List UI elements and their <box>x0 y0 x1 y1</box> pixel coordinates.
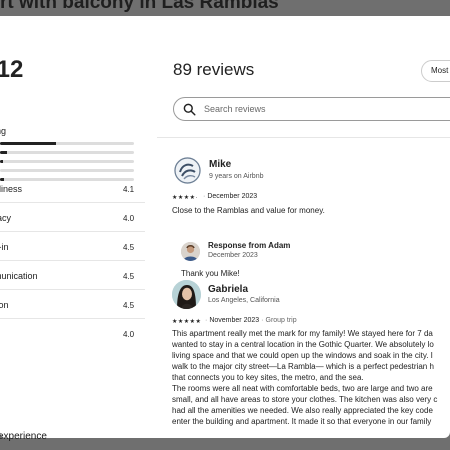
reviewer-location: Los Angeles, California <box>208 297 280 304</box>
host-photo-icon <box>181 242 200 261</box>
page-footer-text: experience <box>0 431 47 442</box>
review-text-line: The rooms were all neat with comfortable… <box>172 384 433 393</box>
search-placeholder: Search reviews <box>204 104 266 114</box>
host-avatar[interactable] <box>181 242 200 261</box>
divider <box>0 260 145 261</box>
search-reviews-field[interactable]: Search reviews <box>173 97 450 121</box>
reviews-modal: .12 ing nliness 4.1 racy 4.0 k-in 4.5 mu… <box>0 16 450 438</box>
dot-separator: · <box>203 193 206 200</box>
category-checkin-score: 4.5 <box>123 243 135 252</box>
rating-bar-fill <box>0 160 3 163</box>
review-text-line: This apartment really met the mark for m… <box>172 329 433 338</box>
reviewer-photo-icon <box>172 280 201 309</box>
review-text-line: that connects you to key sites, the metr… <box>172 373 364 382</box>
review-text-line: wanted to stay in a central location in … <box>172 340 434 349</box>
search-icon <box>183 103 196 116</box>
divider <box>157 137 450 138</box>
reviews-count-title: 89 reviews <box>173 60 255 79</box>
category-accuracy-score: 4.0 <box>123 214 135 223</box>
avatar-logo-icon <box>174 157 201 184</box>
listing-title: rt with balcony in Las Ramblas <box>0 0 279 13</box>
review-text: Close to the Ramblas and value for money… <box>172 206 325 215</box>
divider <box>0 231 145 232</box>
rating-bar-fill <box>0 178 5 181</box>
rating-bar-5 <box>0 142 134 145</box>
rating-bar-1 <box>0 178 134 181</box>
trip-type: Group trip <box>265 317 297 324</box>
rating-bar-4 <box>0 151 134 154</box>
review-stars: ★★★★· <box>172 195 199 201</box>
category-location-score: 4.5 <box>123 301 135 310</box>
reviewer-avatar[interactable] <box>174 157 201 184</box>
host-response-date: December 2023 <box>208 252 258 259</box>
divider <box>0 318 145 319</box>
reviewer-avatar[interactable] <box>172 280 201 309</box>
review-text-line: small, and all have areas to store your … <box>172 395 438 404</box>
overall-score: .12 <box>0 56 24 83</box>
review-date: December 2023 <box>207 193 258 200</box>
category-location-label: tion <box>0 300 9 310</box>
host-response-text: Thank you Mike! <box>181 269 240 278</box>
review-meta: · December 2023 <box>201 193 257 200</box>
category-checkin-label: k-in <box>0 242 9 252</box>
rating-bar-3 <box>0 160 134 163</box>
review-text-line: living space and that we could open up t… <box>172 351 433 360</box>
review-meta: · November 2023 · Group trip <box>203 317 297 324</box>
category-accuracy-label: racy <box>0 213 12 223</box>
rating-summary: .12 ing nliness 4.1 racy 4.0 k-in 4.5 mu… <box>0 16 150 438</box>
category-communication-score: 4.5 <box>123 272 135 281</box>
category-cleanliness-score: 4.1 <box>123 185 135 194</box>
review-date: November 2023 <box>209 317 260 324</box>
dot-separator: · <box>261 317 264 324</box>
review-text-line: walk to the major city street—La Rambla—… <box>172 362 434 371</box>
review-text-line: had all the amenities we needed. We also… <box>172 406 433 415</box>
rating-bar-fill <box>0 151 7 154</box>
dot-separator: · <box>205 317 208 324</box>
reviews-list-panel: 89 reviews Most r Search reviews Mike 9 … <box>157 16 450 438</box>
overall-rating-label: ing <box>0 126 7 136</box>
reviewer-name[interactable]: Mike <box>209 159 231 170</box>
category-value-score: 4.0 <box>123 330 135 339</box>
divider <box>0 202 145 203</box>
rating-bar-2 <box>0 169 134 172</box>
reviewer-name[interactable]: Gabriela <box>208 284 248 295</box>
category-communication-label: munication <box>0 271 38 281</box>
review-stars: ★★★★★ <box>172 319 202 325</box>
rating-bar-fill <box>0 142 57 145</box>
divider <box>0 289 145 290</box>
reviewer-tenure: 9 years on Airbnb <box>209 173 264 180</box>
review-text: This apartment really met the mark for m… <box>172 328 437 427</box>
host-response-title: Response from Adam <box>208 241 291 250</box>
review-text-line: enter the building and apartment. It mad… <box>172 417 432 426</box>
sort-reviews-button[interactable]: Most r <box>421 60 450 82</box>
category-cleanliness-label: nliness <box>0 184 23 194</box>
